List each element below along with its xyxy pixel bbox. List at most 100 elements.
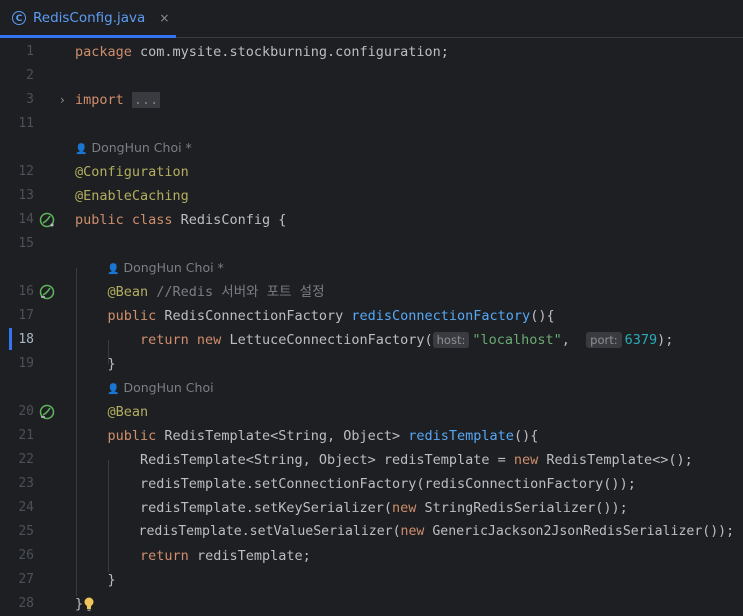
annotation: @Bean — [107, 284, 149, 300]
keyword: return — [140, 548, 189, 564]
code-line: 24 redisTemplate.setKeySerializer(new St… — [0, 496, 743, 520]
line-number: 21 — [18, 428, 34, 443]
line-number: 14 — [18, 212, 34, 227]
annotation: @EnableCaching — [75, 188, 189, 204]
code-line: 28 } — [0, 592, 743, 616]
code-line: 27 } — [0, 568, 743, 592]
code-text: ); — [657, 332, 674, 348]
string-literal: "localhost" — [472, 332, 562, 348]
code-text: redisTemplate; — [188, 548, 311, 564]
line-number: 1 — [26, 44, 34, 59]
code-text: com.mysite.stockburning.configuration; — [131, 44, 449, 60]
line-number: 3 — [26, 92, 34, 107]
code-line: 20 @Bean — [0, 400, 743, 424]
line-number: 17 — [18, 308, 34, 323]
author-name: DongHun Choi * — [123, 260, 224, 275]
code-text: RedisTemplate<>(); — [538, 452, 693, 468]
code-text: } — [107, 572, 116, 588]
annotation: @Configuration — [75, 164, 189, 180]
code-text: , — [561, 332, 587, 348]
author-name: DongHun Choi — [123, 380, 214, 395]
code-line: 12 @Configuration — [0, 160, 743, 184]
code-line: 16 @Bean //Redis 서버와 포트 설정 — [0, 280, 743, 304]
line-number: 15 — [18, 236, 34, 251]
code-text: redisTemplate.setConnectionFactory(redis… — [140, 476, 636, 492]
keyword: public — [107, 308, 157, 324]
code-text: (){ — [530, 308, 555, 324]
line-number: 27 — [18, 572, 34, 587]
keyword: import — [75, 92, 124, 108]
code-line: 1 package com.mysite.stockburning.config… — [0, 40, 743, 64]
keyword: public class — [75, 212, 173, 228]
code-line: 3 › import ... — [0, 88, 743, 112]
code-line: 23 redisTemplate.setConnectionFactory(re… — [0, 472, 743, 496]
spring-bean-icon[interactable] — [39, 212, 55, 228]
author-hint[interactable]: 👤 DongHun Choi * — [75, 136, 192, 162]
close-icon[interactable]: × — [159, 11, 169, 25]
code-line: 26 return redisTemplate; — [0, 544, 743, 568]
code-text: } — [75, 596, 84, 612]
line-number: 13 — [18, 188, 34, 203]
code-text: (){ — [513, 428, 539, 444]
person-icon: 👤 — [107, 384, 120, 395]
code-line: 21 public RedisTemplate<String, Object> … — [0, 424, 743, 448]
keyword: return new — [140, 332, 222, 348]
chevron-right-icon[interactable]: › — [60, 88, 65, 112]
code-line: 25 redisTemplate.setValueSerializer(new … — [0, 520, 743, 544]
person-icon: 👤 — [75, 144, 88, 155]
code-editor[interactable]: 1 package com.mysite.stockburning.config… — [0, 40, 743, 616]
keyword: new — [392, 500, 417, 516]
code-text: RedisConnectionFactory — [156, 308, 352, 324]
folded-imports[interactable]: ... — [131, 92, 161, 108]
line-number: 11 — [18, 116, 34, 131]
author-name: DongHun Choi * — [91, 140, 192, 155]
code-line: 19 } — [0, 352, 743, 376]
code-line: 11 — [0, 112, 743, 136]
code-line: 18 return new LettuceConnectionFactory(h… — [0, 328, 743, 352]
line-number: 18 — [18, 332, 34, 347]
line-number: 28 — [18, 596, 34, 611]
code-text: } — [107, 356, 116, 372]
code-line: 22 RedisTemplate<String, Object> redisTe… — [0, 448, 743, 472]
tab-redisconfig[interactable]: C RedisConfig.java × — [0, 0, 176, 38]
code-text: redisTemplate.setValueSerializer( — [138, 524, 401, 539]
line-number: 20 — [18, 404, 34, 419]
person-icon: 👤 — [107, 264, 120, 275]
param-hint-port: port: — [586, 332, 622, 348]
keyword: package — [75, 44, 132, 60]
line-number: 12 — [18, 164, 34, 179]
line-number: 24 — [18, 500, 34, 515]
code-text: redisTemplate.setKeySerializer( — [140, 500, 392, 516]
code-line: 15 — [0, 232, 743, 256]
tab-label: RedisConfig.java — [33, 9, 146, 26]
lightbulb-icon[interactable] — [83, 596, 95, 612]
number-literal: 6379 — [624, 332, 658, 348]
author-hint[interactable]: 👤 DongHun Choi — [107, 376, 214, 402]
param-hint-host: host: — [432, 332, 470, 348]
code-text: RedisConfig { — [172, 212, 287, 228]
code-text: RedisTemplate<String, Object> redisTempl… — [140, 452, 514, 468]
line-number: 2 — [26, 68, 34, 83]
method-name: redisTemplate — [408, 428, 514, 444]
keyword: new — [513, 452, 539, 468]
spring-bean-icon[interactable] — [39, 404, 55, 420]
line-number: 25 — [18, 524, 34, 539]
code-line: 14 public class RedisConfig { — [0, 208, 743, 232]
line-number: 22 — [18, 452, 34, 467]
code-text: LettuceConnectionFactory( — [221, 332, 433, 348]
spring-bean-icon[interactable] — [39, 284, 55, 300]
code-text: GenericJackson2JsonRedisSerializer()); — [424, 524, 735, 539]
keyword: public — [107, 428, 157, 444]
comment: //Redis 서버와 포트 설정 — [148, 284, 325, 300]
line-number: 19 — [18, 356, 34, 371]
code-text: RedisTemplate<String, Object> — [156, 428, 409, 444]
editor-tab-bar: C RedisConfig.java × — [0, 0, 743, 38]
class-c-icon: C — [12, 10, 26, 25]
author-hint[interactable]: 👤 DongHun Choi * — [107, 256, 224, 282]
code-line: 2 — [0, 64, 743, 88]
code-line: 17 public RedisConnectionFactory redisCo… — [0, 304, 743, 328]
line-number: 23 — [18, 476, 34, 491]
code-line: 13 @EnableCaching — [0, 184, 743, 208]
method-name: redisConnectionFactory — [351, 308, 531, 324]
code-text: StringRedisSerializer()); — [416, 500, 628, 516]
